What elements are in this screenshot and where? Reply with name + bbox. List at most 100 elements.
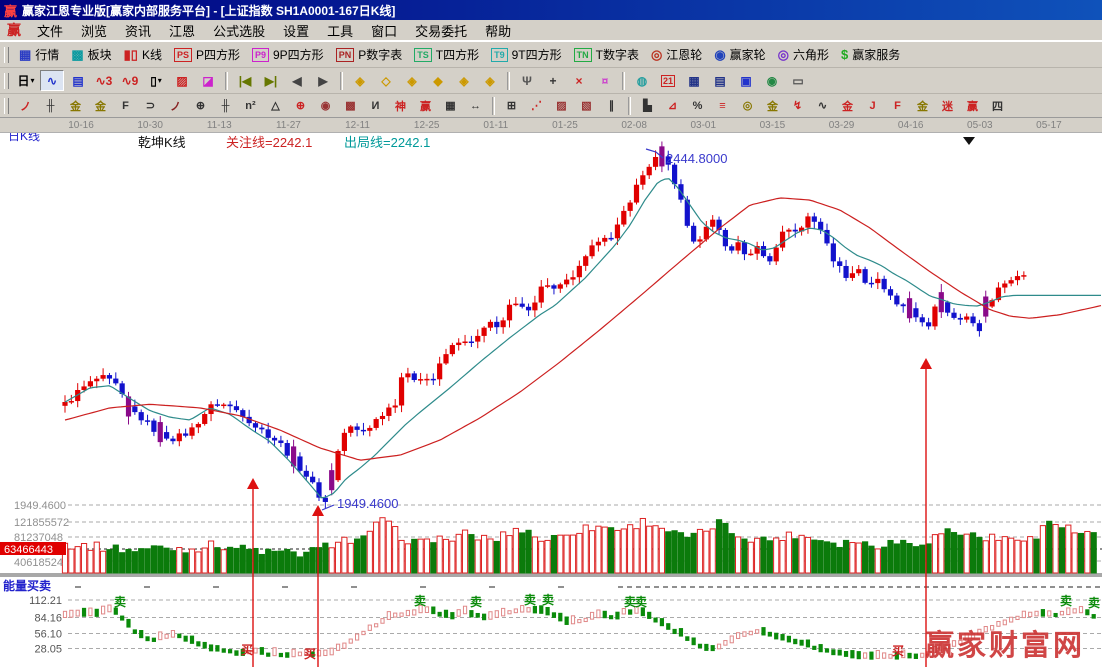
hand-tool-button[interactable]: Ψ	[515, 70, 539, 91]
first-page-button[interactable]: |◀	[233, 70, 257, 91]
panel-grid-tool[interactable]: ⊞	[500, 96, 523, 115]
save-button[interactable]: ▣	[734, 70, 758, 91]
fan-lines-tool[interactable]: ⋰	[525, 96, 548, 115]
fan-grid-tool[interactable]: ▨	[550, 96, 573, 115]
menu-item-0[interactable]: 文件	[28, 21, 72, 40]
parallel-lines-tool[interactable]: ∥	[600, 96, 623, 115]
winner-wheel-button[interactable]: ◉赢家轮	[714, 46, 765, 63]
mi-angle-tool[interactable]: 迷	[936, 96, 959, 115]
wave-band-tool[interactable]: ∿	[811, 96, 834, 115]
ying-grid-tool[interactable]: 赢	[414, 96, 437, 115]
t-square-button[interactable]: TST四方形	[414, 46, 479, 63]
toolbar-handle[interactable]	[4, 73, 9, 89]
box-grid-tool[interactable]: ▧	[575, 96, 598, 115]
menu-item-1[interactable]: 浏览	[72, 21, 116, 40]
last-page-button-icon: ▶|	[265, 74, 278, 88]
menu-item-9[interactable]: 帮助	[476, 21, 520, 40]
shen-grid-tool[interactable]: 神	[389, 96, 412, 115]
wave-3-button[interactable]: ∿3	[92, 70, 116, 91]
notes-button[interactable]: ▤	[708, 70, 732, 91]
sectors-button[interactable]: ▩板块	[71, 46, 111, 63]
percent-lines-tool[interactable]: ≡	[711, 96, 734, 115]
grid-circle-tool[interactable]: ▩	[339, 96, 362, 115]
menu-item-7[interactable]: 窗口	[362, 21, 406, 40]
wave-9-button[interactable]: ∿9	[118, 70, 142, 91]
kline-button[interactable]: ▮▯K线	[124, 46, 162, 63]
cycle-tool[interactable]: ⊕	[189, 96, 212, 115]
volume-bar	[132, 552, 137, 573]
gold-circle-tool[interactable]: ◎	[736, 96, 759, 115]
n-wave-tool[interactable]: И	[364, 96, 387, 115]
volume-bar	[520, 533, 525, 573]
triangle-tool[interactable]: △	[264, 96, 287, 115]
menu-item-5[interactable]: 设置	[274, 21, 318, 40]
red-chart-button[interactable]: ▨	[170, 70, 194, 91]
web-save-button[interactable]: ◉	[760, 70, 784, 91]
p9-square-button[interactable]: P99P四方形	[252, 46, 324, 63]
candle-style-button[interactable]: ▯▾	[144, 70, 168, 91]
fibo-lines-tool[interactable]: F	[114, 96, 137, 115]
menu-item-8[interactable]: 交易委托	[406, 21, 476, 40]
calculator-button[interactable]: ▦	[682, 70, 706, 91]
target-circle-tool[interactable]: ⊕	[289, 96, 312, 115]
flash-tool[interactable]: ↯	[786, 96, 809, 115]
menu-item-6[interactable]: 工具	[318, 21, 362, 40]
gold-fan-tool[interactable]: 金	[911, 96, 934, 115]
span-tool[interactable]: ↔	[464, 96, 487, 115]
star-circle-tool[interactable]: ◉	[314, 96, 337, 115]
percent-tool[interactable]: %	[686, 96, 709, 115]
angle-percent-tool[interactable]: ⊿	[661, 96, 684, 115]
scale-tool[interactable]: ▙	[636, 96, 659, 115]
stamp-tool-button[interactable]: ¤	[593, 70, 617, 91]
crosshair-button[interactable]: +	[541, 70, 565, 91]
volume-bar	[88, 550, 93, 573]
menu-item-4[interactable]: 公式选股	[204, 21, 274, 40]
calendar-button[interactable]: 21	[656, 70, 680, 91]
t-number-button[interactable]: TNT数字表	[574, 46, 639, 63]
pen-tool[interactable]: ノ	[14, 96, 37, 115]
square-number-tool[interactable]: n²	[239, 96, 262, 115]
gann-diamond-3-button[interactable]: ◈	[400, 70, 424, 91]
prev-button[interactable]: ◀	[285, 70, 309, 91]
t9-square-button[interactable]: T99T四方形	[491, 46, 562, 63]
erase-tool-button[interactable]: ×	[567, 70, 591, 91]
gann-gold-grid-1[interactable]: 金	[64, 96, 87, 115]
gann-gold-grid-2[interactable]: 金	[89, 96, 112, 115]
gold-angle-tool[interactable]: 金	[836, 96, 859, 115]
period-day-button[interactable]: 日▾	[14, 70, 38, 91]
winner-service-button[interactable]: $赢家服务	[841, 46, 900, 63]
gold-lines-tool[interactable]: 金	[761, 96, 784, 115]
info-doc-button[interactable]: ▤	[66, 70, 90, 91]
toolbar-handle[interactable]	[4, 98, 9, 114]
qiankun-kline-button[interactable]: ∿	[40, 70, 64, 91]
grid-123-tool[interactable]: ▦	[439, 96, 462, 115]
last-page-button[interactable]: ▶|	[259, 70, 283, 91]
spiral-tool[interactable]: ⊃	[139, 96, 162, 115]
menu-item-2[interactable]: 资讯	[116, 21, 160, 40]
candle-body	[970, 317, 975, 324]
menu-item-3[interactable]: 江恩	[160, 21, 204, 40]
p-number-button[interactable]: PNP数字表	[336, 46, 403, 63]
hexagon-button[interactable]: ◎六角形	[778, 46, 829, 63]
gann-diamond-6-button[interactable]: ◈	[478, 70, 502, 91]
gann-diamond-2-button[interactable]: ◇	[374, 70, 398, 91]
lines-tool[interactable]: ╫	[214, 96, 237, 115]
four-angle-tool[interactable]: 四	[986, 96, 1009, 115]
p-square-button[interactable]: PSP四方形	[174, 46, 240, 63]
ruler-tool[interactable]: ╫	[39, 96, 62, 115]
print-button[interactable]: ▭	[786, 70, 810, 91]
j-angle-tool[interactable]: J	[861, 96, 884, 115]
gann-diamond-5-button[interactable]: ◈	[452, 70, 476, 91]
title-bar[interactable]: 赢 赢家江恩专业版[赢家内部服务平台] - [上证指数 SH1A0001-167…	[0, 0, 1102, 20]
brain-button[interactable]: ◍	[630, 70, 654, 91]
pen-tool-2[interactable]: ノ	[164, 96, 187, 115]
gann-diamond-4-button[interactable]: ◆	[426, 70, 450, 91]
color-chart-button[interactable]: ◪	[196, 70, 220, 91]
next-button[interactable]: ▶	[311, 70, 335, 91]
ying-angle-tool[interactable]: 赢	[961, 96, 984, 115]
toolbar-handle[interactable]	[4, 47, 9, 63]
gann-diamond-1-button[interactable]: ◈	[348, 70, 372, 91]
f-angle-tool[interactable]: F	[886, 96, 909, 115]
gann-wheel-button[interactable]: ◎江恩轮	[651, 46, 702, 63]
quotes-button[interactable]: ▦行情	[19, 46, 59, 63]
